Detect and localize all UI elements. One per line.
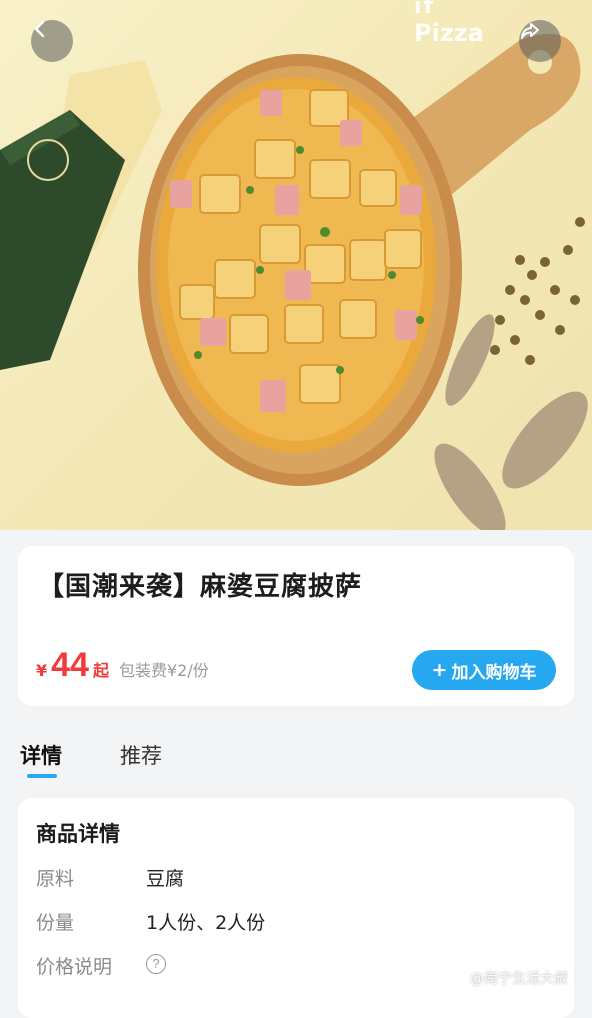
price-row: ¥ 44 起 包装费¥2/份	[36, 646, 209, 690]
detail-value: 豆腐	[146, 868, 185, 890]
active-tab-indicator	[27, 774, 57, 778]
pizza-illustration	[0, 33, 588, 530]
share-icon	[521, 23, 539, 39]
chevron-left-icon	[34, 20, 45, 38]
brand-logo-line2: Pizza	[414, 19, 484, 47]
detail-label: 原料	[36, 868, 75, 890]
question-icon[interactable]: ?	[146, 954, 166, 974]
detail-heading: 商品详情	[36, 822, 120, 846]
tab-bar: 详情 推荐	[0, 734, 592, 784]
detail-value: 1人份、2人份	[146, 912, 266, 934]
price-value: 44	[51, 646, 89, 684]
tab-recommend[interactable]: 推荐	[120, 740, 162, 770]
tab-details[interactable]: 详情	[20, 740, 62, 770]
watermark: @南宁生活大叔	[470, 971, 568, 987]
plus-icon: +	[431, 659, 448, 681]
add-to-cart-button[interactable]: + 加入购物车	[412, 650, 556, 690]
share-button[interactable]	[519, 20, 561, 62]
currency-symbol: ¥	[36, 661, 48, 680]
brand-logo-line1: if	[414, 0, 436, 19]
detail-label: 价格说明	[36, 956, 113, 978]
packing-fee: 包装费¥2/份	[118, 661, 209, 680]
product-name: 【国潮来袭】麻婆豆腐披萨	[38, 572, 363, 602]
product-image: if Pizza	[0, 0, 592, 530]
detail-label: 份量	[36, 912, 75, 934]
product-summary-card: 【国潮来袭】麻婆豆腐披萨 ¥ 44 起 包装费¥2/份 + 加入购物车	[18, 546, 574, 706]
back-button[interactable]	[31, 20, 73, 62]
add-to-cart-label: 加入购物车	[451, 662, 537, 683]
brand-logo: if Pizza	[414, 0, 494, 58]
price-suffix: 起	[92, 661, 109, 680]
